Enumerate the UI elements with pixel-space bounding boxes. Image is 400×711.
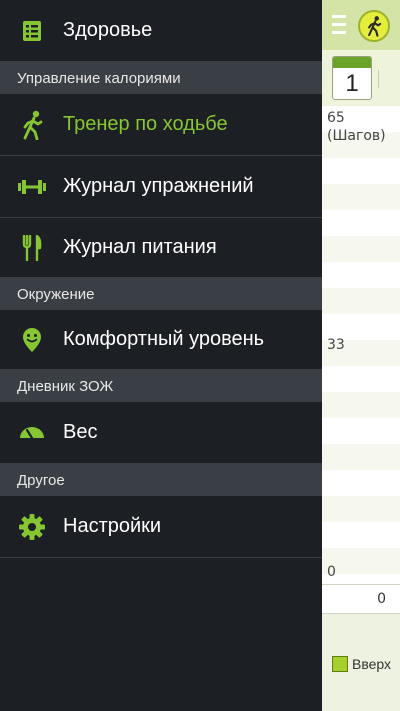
drawer-item-label: Журнал питания bbox=[63, 236, 217, 258]
app-logo-icon bbox=[358, 10, 390, 42]
y-axis-mid-label: 33 bbox=[327, 337, 345, 353]
drawer-item-label: Здоровье bbox=[63, 19, 153, 41]
scale-icon bbox=[18, 419, 46, 447]
section-header-diary: Дневник ЗОЖ bbox=[0, 370, 322, 402]
drawer-item-label: Настройки bbox=[63, 515, 162, 537]
walker-icon bbox=[18, 110, 46, 140]
drawer-item-health[interactable]: Здоровье bbox=[0, 0, 322, 62]
section-header-environment: Окружение bbox=[0, 278, 322, 310]
calendar-icon[interactable]: 1 bbox=[332, 56, 372, 100]
drawer-item-comfort-level[interactable]: Комфортный уровень bbox=[0, 310, 322, 370]
y-axis-unit-label: (Шагов) bbox=[327, 128, 386, 144]
total-row: 0 bbox=[322, 584, 400, 614]
drawer-item-label: Тренер по ходьбе bbox=[63, 113, 228, 135]
drawer-toggle-icon[interactable] bbox=[332, 13, 348, 37]
content-peek-panel[interactable]: 1 65 (Шагов) 33 0 0 Вверх bbox=[322, 0, 400, 711]
app-header bbox=[322, 0, 400, 50]
drawer-item-walking-coach[interactable]: Тренер по ходьбе bbox=[0, 94, 322, 156]
legend-area: Вверх bbox=[322, 614, 400, 711]
y-axis-max-label: 65 bbox=[327, 110, 345, 126]
y-axis-min-label: 0 bbox=[327, 564, 336, 580]
drawer-item-weight[interactable]: Вес bbox=[0, 402, 322, 464]
calendar-day: 1 bbox=[345, 70, 359, 97]
chart-legend: Вверх bbox=[332, 656, 391, 672]
legend-label: Вверх bbox=[352, 656, 392, 672]
drawer-item-food-log[interactable]: Журнал питания bbox=[0, 218, 322, 278]
section-header-other: Другое bbox=[0, 464, 322, 496]
drawer-item-label: Вес bbox=[63, 421, 98, 443]
fork-knife-icon bbox=[18, 234, 46, 262]
legend-swatch bbox=[332, 656, 348, 672]
steps-chart: 65 (Шагов) 33 0 bbox=[322, 106, 400, 584]
gear-icon bbox=[18, 513, 46, 541]
dumbbell-icon bbox=[18, 173, 46, 201]
list-icon bbox=[18, 17, 46, 45]
drawer-item-settings[interactable]: Настройки bbox=[0, 496, 322, 558]
section-header-calories: Управление калориями bbox=[0, 62, 322, 94]
navigation-drawer: Здоровье Управление калориями Тренер по … bbox=[0, 0, 322, 711]
drawer-item-exercise-log[interactable]: Журнал упражнений bbox=[0, 156, 322, 218]
drawer-item-label: Журнал упражнений bbox=[63, 175, 254, 197]
date-bar: 1 bbox=[322, 50, 400, 107]
smiley-icon bbox=[18, 326, 46, 354]
drawer-item-label: Комфортный уровень bbox=[63, 328, 265, 350]
total-value: 0 bbox=[377, 591, 386, 607]
